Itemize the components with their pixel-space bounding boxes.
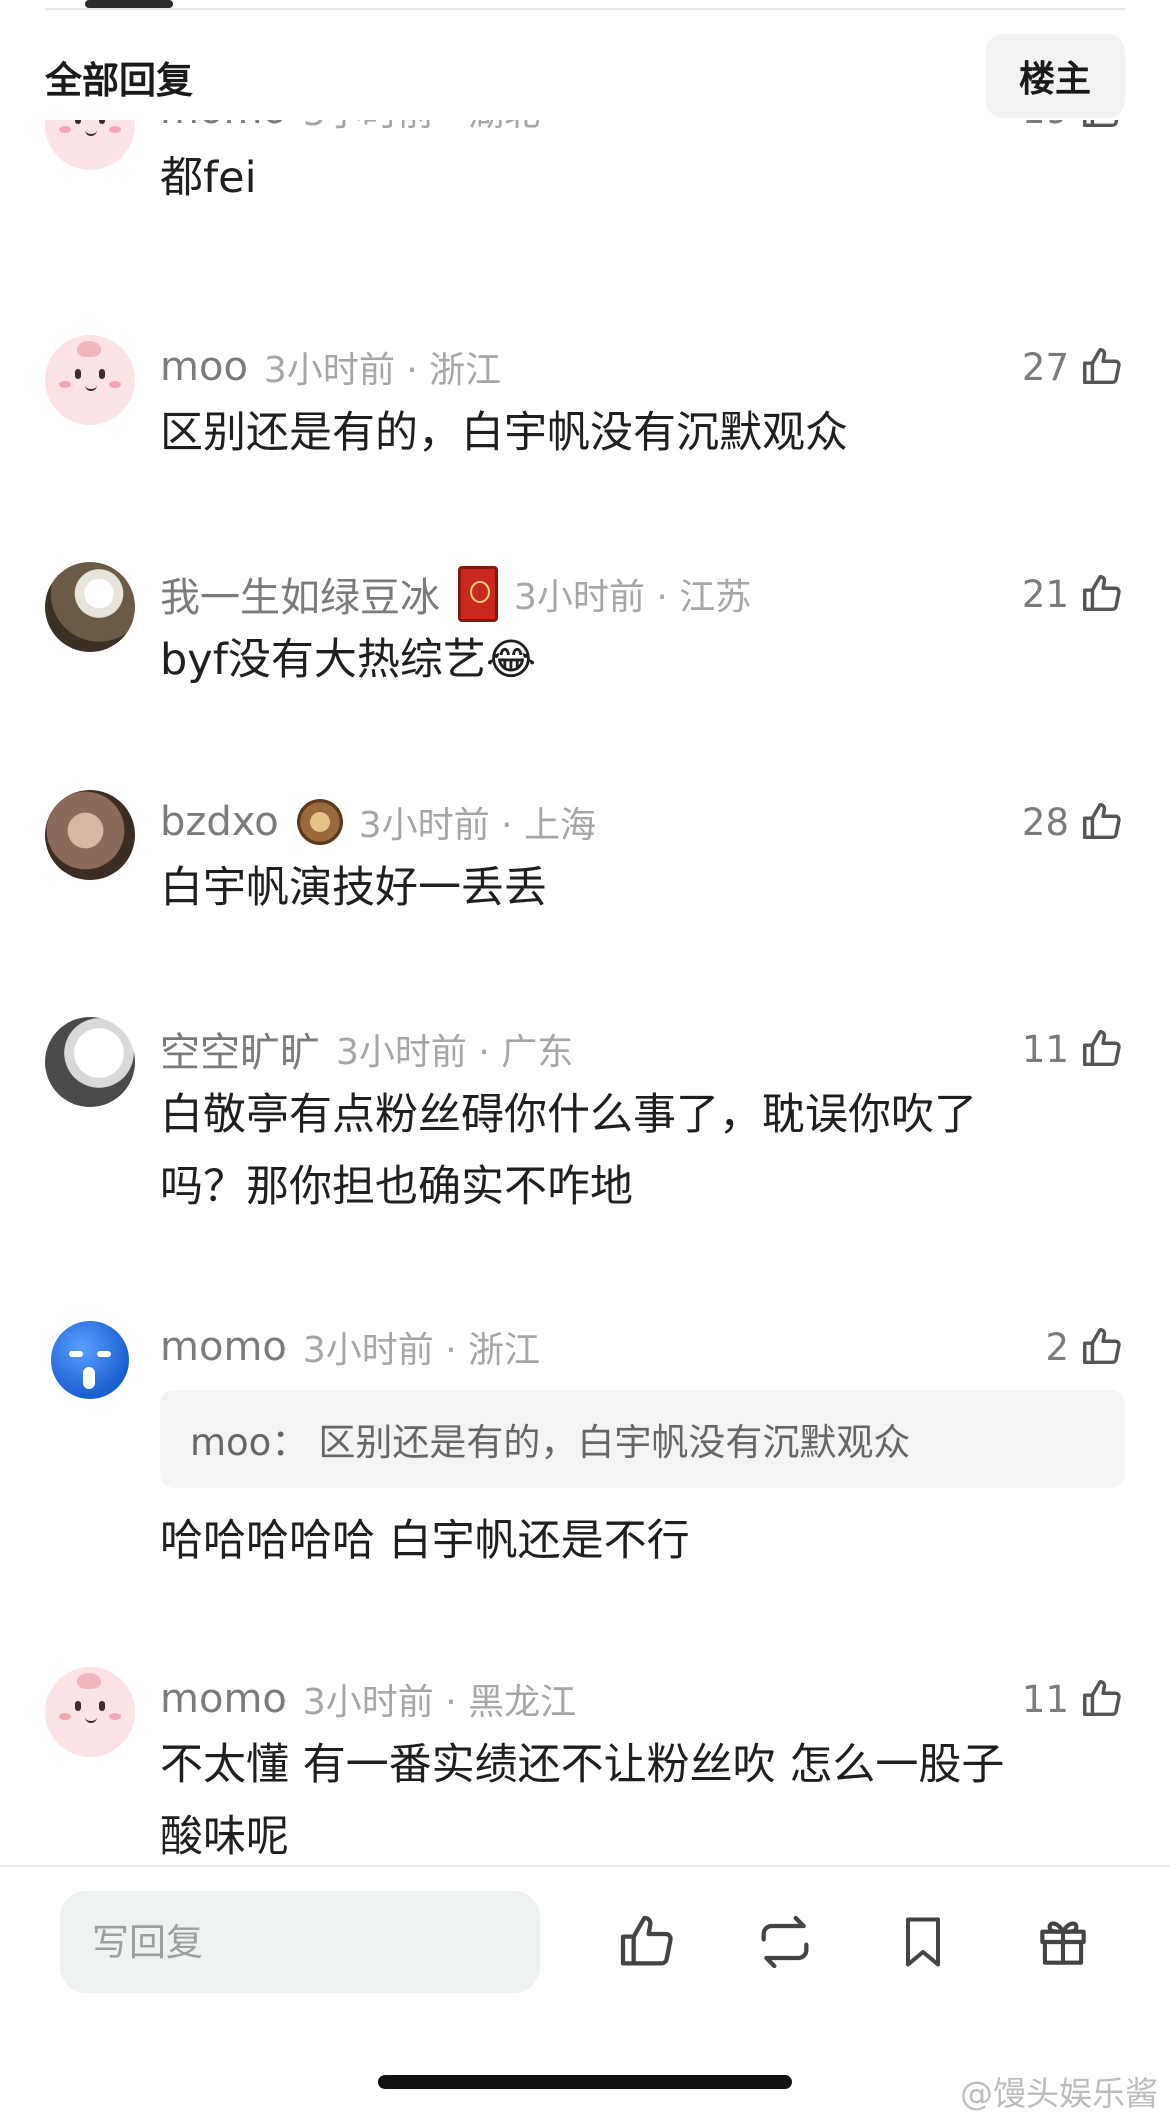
top-divider <box>45 8 1125 10</box>
like-count: 11 <box>1021 1677 1069 1721</box>
avatar[interactable] <box>45 790 135 880</box>
gift-icon <box>1040 1921 1086 1965</box>
time-location: 3小时前 · 上海 <box>358 805 596 846</box>
avatar[interactable] <box>45 1017 135 1107</box>
like-count: 2 <box>1045 1325 1069 1369</box>
avatar[interactable] <box>45 1315 135 1405</box>
like-control[interactable]: 11 <box>1022 1676 1125 1722</box>
username[interactable]: 空空旷旷 <box>160 1020 320 1078</box>
username[interactable]: bzdxo <box>160 799 279 845</box>
like-count: 19 <box>1022 120 1069 132</box>
thumbs-up-icon[interactable] <box>1079 799 1125 845</box>
avatar[interactable] <box>45 562 135 652</box>
user-badge-icon <box>458 566 498 622</box>
comment-text: 白敬亭有点粉丝碍你什么事了，耽误你吹了 吗？那你担也确实不咋地 <box>160 1079 1125 1223</box>
like-control[interactable]: 19 <box>1022 120 1125 133</box>
comment-text: 区别还是有的，白宇帆没有沉默观众 <box>160 408 848 458</box>
time-location: 3小时前 · 江苏 <box>514 577 752 618</box>
thumbs-up-icon[interactable] <box>1079 344 1125 390</box>
like-control[interactable]: 11 <box>1022 1026 1125 1072</box>
comment-text: 白宇帆演技好一丢丢 <box>160 863 547 913</box>
gift-button[interactable] <box>1028 1907 1098 1977</box>
watermark: @馒头娱乐酱 <box>960 2074 1158 2113</box>
comment-text: 不太懂 有一番实绩还不让粉丝吹 怎么一股子 酸味呢 <box>160 1729 1125 1865</box>
quoted-reply[interactable]: moo： 区别还是有的，白宇帆没有沉默观众 <box>160 1390 1125 1488</box>
username[interactable]: momo <box>160 1324 287 1370</box>
sheet-grabber[interactable] <box>85 0 173 8</box>
username[interactable]: momo <box>160 120 287 133</box>
thumbs-up-icon <box>620 1915 673 1966</box>
avatar[interactable] <box>45 120 135 170</box>
medal-badge-icon <box>296 799 343 845</box>
like-control[interactable]: 28 <box>1022 799 1125 845</box>
comment-text-line: 酸味呢 <box>160 1812 289 1862</box>
quoted-username: moo： <box>190 1421 309 1464</box>
time-location: 3小时前 · 广东 <box>336 1032 574 1073</box>
avatar[interactable] <box>45 335 135 425</box>
thumbs-up-icon[interactable] <box>1079 1324 1125 1370</box>
username[interactable]: 我一生如绿豆冰 <box>160 565 440 623</box>
like-count: 11 <box>1021 1027 1069 1071</box>
owner-only-button[interactable]: 楼主 <box>985 34 1125 118</box>
like-control[interactable]: 21 <box>1022 571 1125 617</box>
replies-header: 全部回复 楼主 <box>0 32 1170 120</box>
repost-button[interactable] <box>750 1907 820 1977</box>
username[interactable]: momo <box>160 1676 287 1722</box>
like-control[interactable]: 2 <box>1045 1324 1125 1370</box>
home-indicator <box>378 2075 792 2089</box>
reply-input[interactable] <box>60 1891 540 1993</box>
time-location: 3小时前 · 浙江 <box>302 1330 541 1371</box>
thumbs-up-icon[interactable] <box>1079 1676 1125 1722</box>
avatar[interactable] <box>45 1667 135 1757</box>
bookmark-icon <box>906 1917 940 1967</box>
like-button[interactable] <box>612 1907 682 1977</box>
comment-text-line: 白敬亭有点粉丝碍你什么事了，耽误你吹了 <box>160 1090 977 1140</box>
quoted-text: 区别还是有的，白宇帆没有沉默观众 <box>318 1421 911 1464</box>
page-title: 全部回复 <box>45 59 193 102</box>
thumbs-up-icon[interactable] <box>1079 120 1125 133</box>
time-location: 3小时前 · 浙江 <box>263 350 502 391</box>
thumbs-up-icon[interactable] <box>1079 1026 1125 1072</box>
like-control[interactable]: 27 <box>1022 344 1125 390</box>
time-location: 3小时前 · 黑龙江 <box>302 1682 577 1723</box>
comment-text: 哈哈哈哈哈 白宇帆还是不行 <box>160 1516 690 1566</box>
like-count: 21 <box>1021 572 1069 616</box>
thumbs-up-icon[interactable] <box>1079 571 1125 617</box>
comment-list[interactable]: momo 3小时前 · 湖北 19 都fei moo 3小时前 · 浙江 27 … <box>0 120 1170 1865</box>
time-location: 3小时前 · 湖北 <box>303 120 540 136</box>
comment-text: byf没有大热综艺😂 <box>160 635 537 685</box>
comment-text-line: 吗？那你担也确实不咋地 <box>160 1162 633 1212</box>
comment-text: 都fei <box>160 153 257 203</box>
repost-icon <box>761 1915 809 1969</box>
like-count: 27 <box>1021 345 1069 389</box>
comment-text-line: 不太懂 有一番实绩还不让粉丝吹 怎么一股子 <box>160 1740 1005 1790</box>
like-count: 28 <box>1021 800 1069 844</box>
username[interactable]: moo <box>160 344 248 390</box>
bookmark-button[interactable] <box>888 1907 958 1977</box>
